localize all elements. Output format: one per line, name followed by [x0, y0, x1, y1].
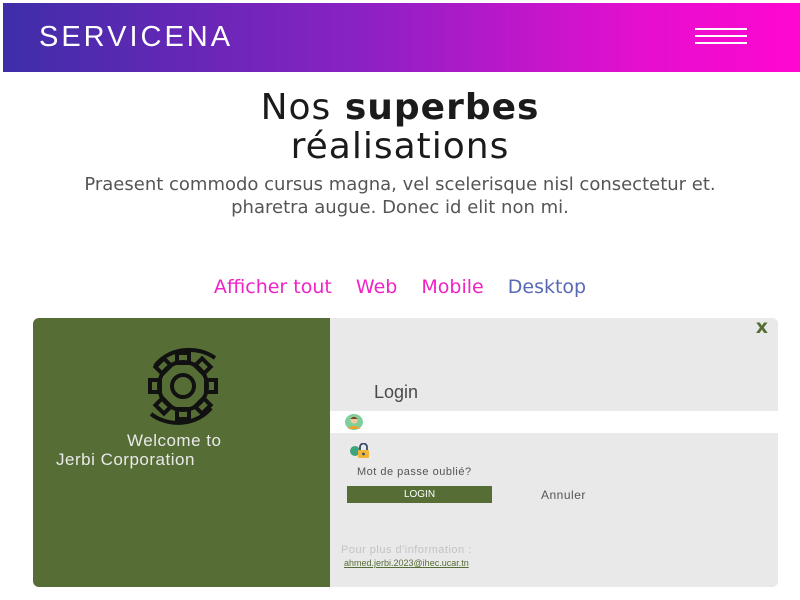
contact-email-link[interactable]: ahmed.jerbi.2023@ihec.ucar.tn [344, 558, 469, 568]
portfolio-filters: Afficher tout Web Mobile Desktop [0, 276, 800, 298]
title-bold: superbes [344, 87, 540, 128]
filter-mobile[interactable]: Mobile [421, 276, 483, 298]
welcome-line1: Welcome to [127, 431, 222, 450]
brand-logo[interactable]: SERVICENA [39, 21, 233, 54]
page-subtitle: Praesent commodo cursus magna, vel scele… [40, 173, 760, 219]
welcome-line2: Jerbi Corporation [56, 450, 195, 469]
title-light: Nos [260, 87, 332, 128]
close-icon[interactable]: x [756, 318, 768, 338]
gear-icon [148, 347, 218, 425]
hamburger-menu-icon[interactable] [695, 28, 747, 50]
portfolio-card-login: Welcome to Jerbi Corporation x Login Mot… [33, 318, 778, 587]
login-panel: x Login Mot de passe oublié? LOGIN Annul… [330, 318, 778, 587]
login-button[interactable]: LOGIN [347, 486, 492, 503]
more-info-label: Pour plus d'information : [341, 544, 472, 556]
page-title: Nos superbes réalisations [0, 88, 800, 166]
filter-web[interactable]: Web [356, 276, 397, 298]
title-line2: réalisations [290, 126, 510, 167]
card-welcome-panel: Welcome to Jerbi Corporation [33, 318, 330, 587]
filter-all[interactable]: Afficher tout [214, 276, 332, 298]
user-avatar-icon [345, 414, 363, 430]
cancel-button[interactable]: Annuler [541, 488, 586, 502]
subtitle-line2: pharetra augue. Donec id elit non mi. [231, 197, 569, 218]
username-field[interactable] [330, 411, 778, 433]
welcome-text: Welcome to Jerbi Corporation [33, 431, 330, 469]
top-navbar: SERVICENA [3, 3, 800, 72]
forgot-password-link[interactable]: Mot de passe oublié? [357, 466, 472, 478]
filter-desktop[interactable]: Desktop [508, 276, 586, 298]
login-title: Login [374, 382, 419, 402]
subtitle-line1: Praesent commodo cursus magna, vel scele… [84, 174, 716, 195]
lock-icon [350, 443, 369, 458]
